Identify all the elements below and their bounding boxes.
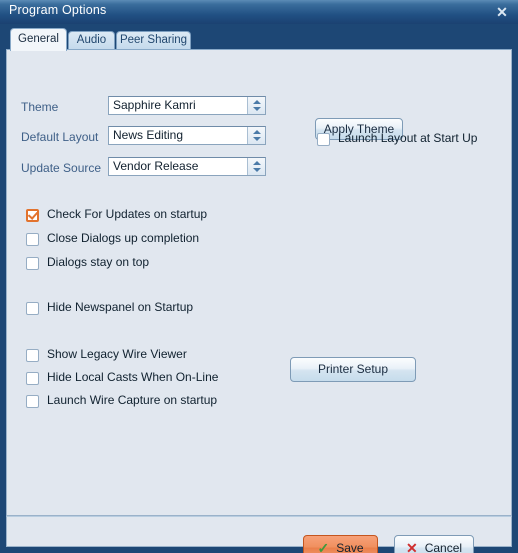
tab-audio[interactable]: Audio [68,31,115,50]
save-button-label: Save [336,540,364,553]
tab-strip: General Audio Peer Sharing [6,28,512,51]
default-layout-value: News Editing [113,128,184,142]
launch-layout-label[interactable]: Launch Layout at Start Up [338,131,477,145]
hide-local-casts-checkbox[interactable] [26,372,39,385]
launch-layout-checkbox[interactable] [317,133,330,146]
default-layout-spinner[interactable] [247,127,265,144]
window-title: Program Options [9,3,107,17]
check-updates-label[interactable]: Check For Updates on startup [47,207,207,221]
cancel-button[interactable]: ✕ Cancel [394,535,474,553]
update-source-label: Update Source [21,161,102,175]
theme-value: Sapphire Kamri [113,98,196,112]
chevron-up-icon [252,100,261,104]
save-button[interactable]: ✓ Save [303,535,378,553]
cancel-button-face: ✕ Cancel [395,536,473,553]
show-legacy-wire-viewer-checkbox[interactable] [26,349,39,362]
default-layout-label: Default Layout [21,130,99,144]
update-source-combo[interactable]: Vendor Release [108,157,266,176]
chevron-up-icon [252,161,261,165]
default-layout-combo[interactable]: News Editing [108,126,266,145]
theme-combo[interactable]: Sapphire Kamri [108,96,266,115]
tab-peer-sharing[interactable]: Peer Sharing [116,31,191,50]
hide-newspanel-checkbox[interactable] [26,302,39,315]
chevron-up-icon [252,130,261,134]
dialogs-stay-on-top-checkbox[interactable] [26,257,39,270]
hide-local-casts-label[interactable]: Hide Local Casts When On-Line [47,370,218,384]
chevron-down-icon [252,107,261,111]
general-tab-panel: Theme Sapphire Kamri Default Layout News… [6,49,512,516]
close-dialogs-checkbox[interactable] [26,233,39,246]
chevron-down-icon [252,137,261,141]
cancel-button-label: Cancel [424,540,463,553]
check-updates-checkbox[interactable] [26,209,39,222]
launch-wire-capture-label[interactable]: Launch Wire Capture on startup [47,393,217,407]
chevron-down-icon [252,168,261,172]
theme-label: Theme [21,100,59,114]
show-legacy-wire-viewer-label[interactable]: Show Legacy Wire Viewer [47,347,187,361]
close-dialogs-label[interactable]: Close Dialogs up completion [47,231,199,245]
check-icon: ✓ [317,539,330,553]
update-source-value: Vendor Release [113,159,199,173]
launch-wire-capture-checkbox[interactable] [26,395,39,408]
dialog-frame: General Audio Peer Sharing Theme Sapphir… [0,24,518,553]
theme-spinner[interactable] [247,97,265,114]
tab-general[interactable]: General [10,28,67,51]
dialogs-stay-on-top-label[interactable]: Dialogs stay on top [47,255,149,269]
save-button-face: ✓ Save [304,536,377,553]
program-options-dialog: Program Options ✕ General Audio Peer Sha… [0,0,518,553]
printer-setup-button[interactable]: Printer Setup [290,357,416,382]
x-icon: ✕ [405,539,418,553]
close-icon[interactable]: ✕ [493,3,511,21]
title-bar: Program Options ✕ [0,0,518,25]
update-source-spinner[interactable] [247,158,265,175]
hide-newspanel-label[interactable]: Hide Newspanel on Startup [47,300,193,314]
